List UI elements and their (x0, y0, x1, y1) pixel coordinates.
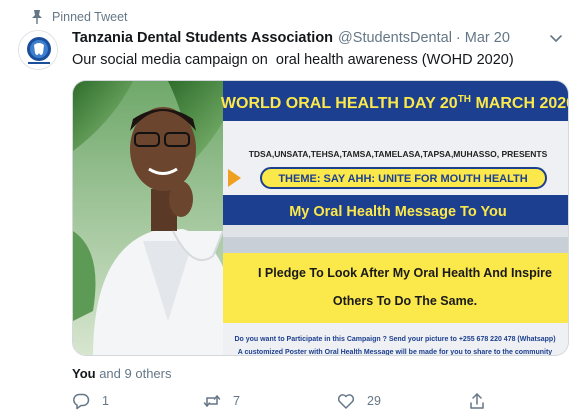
poster-pledge-line2: Others To Do The Same. (333, 294, 477, 308)
poster-message-title: My Oral Health Message To You (289, 204, 507, 220)
retweet-button[interactable]: 7 (203, 390, 240, 412)
author-handle[interactable]: @StudentsDental (338, 30, 452, 46)
share-button[interactable] (468, 390, 486, 412)
tweet-actions: 1 7 29 (72, 390, 562, 412)
separator-dot: · (455, 30, 461, 46)
chevron-down-icon[interactable] (548, 30, 564, 46)
pinned-tweet-header: Pinned Tweet (32, 8, 128, 26)
like-button[interactable]: 29 (337, 390, 381, 412)
share-icon (470, 393, 484, 409)
heart-icon (337, 394, 355, 409)
author-name[interactable]: Tanzania Dental Students Association (72, 30, 333, 46)
poster-footer-line2: A customized Poster with Oral Health Mes… (238, 349, 553, 356)
poster-footer-line1: Do you want to Participate in this Campa… (234, 336, 555, 343)
reply-count: 1 (102, 394, 109, 408)
retweet-icon (203, 395, 221, 407)
liked-by-others: and 9 others (95, 366, 172, 381)
retweet-count: 7 (233, 394, 240, 408)
liked-by-you: You (72, 366, 96, 381)
association-logo (19, 31, 57, 69)
pin-icon (32, 10, 42, 24)
reply-icon (73, 393, 90, 410)
poster-presenters: TDSA,UNSATA,TEHSA,TAMSA,TAMELASA,TAPSA,M… (249, 149, 548, 159)
pinned-label: Pinned Tweet (52, 10, 128, 24)
tweet-timestamp[interactable]: Mar 20 (465, 30, 510, 46)
like-count: 29 (367, 394, 381, 408)
poster-theme: THEME: SAY AHH: UNITE FOR MOUTH HEALTH (278, 173, 527, 185)
tweet-text: Our social media campaign on oral health… (72, 52, 514, 68)
avatar[interactable] (18, 30, 58, 70)
tweet-header: Tanzania Dental Students Association @St… (72, 30, 542, 50)
liked-by-line[interactable]: You and 9 others (72, 366, 171, 381)
campaign-poster: WORLD ORAL HEALTH DAY 20TH MARCH 2020 TD… (73, 81, 569, 356)
poster-title: WORLD ORAL HEALTH DAY 20TH MARCH 2020 (221, 94, 569, 112)
reply-button[interactable]: 1 (72, 390, 109, 412)
tweet-media-image[interactable]: WORLD ORAL HEALTH DAY 20TH MARCH 2020 TD… (72, 80, 569, 356)
poster-pledge-line1: I Pledge To Look After My Oral Health An… (258, 266, 552, 280)
